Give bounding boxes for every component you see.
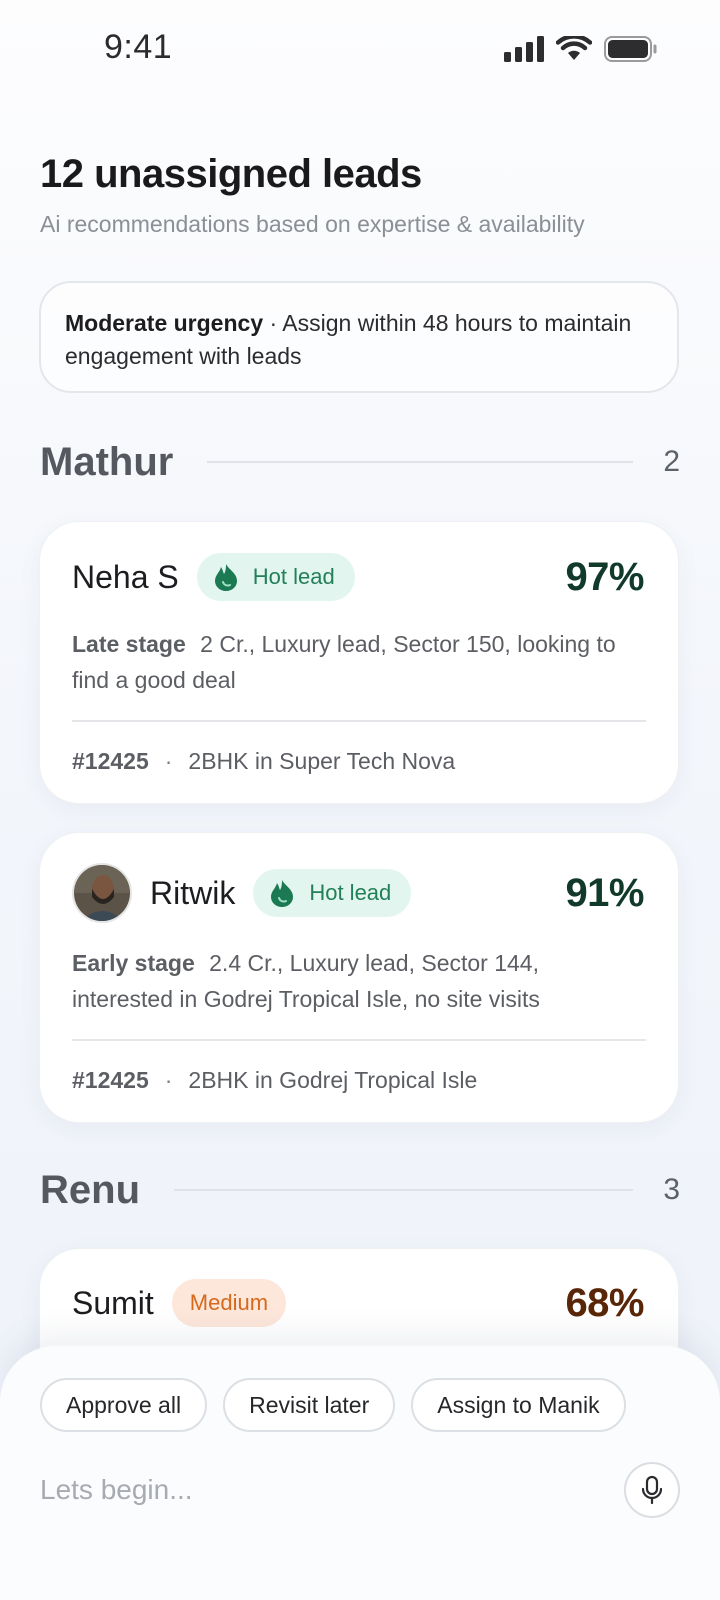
status-icons bbox=[504, 36, 658, 62]
separator-dot: · bbox=[164, 748, 173, 774]
microphone-icon bbox=[641, 1475, 663, 1505]
page-header: 12 unassigned leads Ai recommendations b… bbox=[40, 152, 680, 238]
lead-property: 2BHK in Super Tech Nova bbox=[188, 748, 456, 774]
lead-card-header: Neha S Hot lead 97% bbox=[72, 551, 644, 603]
approve-all-button[interactable]: Approve all bbox=[40, 1378, 208, 1432]
group-count: 3 bbox=[663, 1173, 680, 1206]
signal-icon bbox=[504, 36, 544, 62]
page-title: 12 unassigned leads bbox=[40, 152, 422, 196]
lead-id: #12425 bbox=[72, 1067, 149, 1093]
lead-name: Ritwik bbox=[150, 874, 236, 911]
status-time: 9:41 bbox=[104, 28, 173, 66]
separator-dot: · bbox=[164, 1067, 173, 1093]
hot-lead-badge: Hot lead bbox=[196, 553, 355, 601]
lead-card-header: Sumit Medium 68% bbox=[72, 1277, 644, 1329]
group-name: Renu bbox=[40, 1167, 140, 1212]
lead-property: 2BHK in Godrej Tropical Isle bbox=[188, 1067, 478, 1093]
battery-icon bbox=[604, 36, 657, 62]
group-header-mathur[interactable]: Mathur 2 bbox=[40, 437, 680, 487]
lead-card[interactable]: Ritwik Hot lead 91% Early stage 2.4 Cr.,… bbox=[39, 832, 679, 1123]
flame-icon bbox=[214, 564, 237, 591]
quick-actions: Approve all Revisit later Assign to Mani… bbox=[40, 1378, 626, 1432]
badge-label: Medium bbox=[189, 1290, 269, 1315]
card-divider bbox=[72, 720, 646, 722]
match-score: 97% bbox=[565, 554, 644, 599]
urgency-banner: Moderate urgency · Assign within 48 hour… bbox=[39, 281, 679, 393]
lead-card[interactable]: Neha S Hot lead 97% Late stage 2 Cr., Lu… bbox=[39, 521, 679, 804]
group-header-renu[interactable]: Renu 3 bbox=[40, 1165, 680, 1215]
lead-description: Early stage 2.4 Cr., Luxury lead, Sector… bbox=[72, 945, 638, 1017]
group-divider bbox=[207, 461, 634, 463]
card-divider bbox=[72, 1039, 646, 1041]
urgency-label: Moderate urgency bbox=[65, 310, 264, 336]
urgency-separator: · bbox=[263, 310, 283, 336]
assign-to-manik-button[interactable]: Assign to Manik bbox=[411, 1378, 626, 1432]
prompt-input[interactable] bbox=[40, 1470, 600, 1510]
avatar-photo bbox=[74, 865, 130, 921]
lead-id: #12425 bbox=[72, 748, 149, 774]
avatar bbox=[72, 863, 132, 923]
flame-icon bbox=[271, 880, 294, 907]
lead-footer: #12425 · 2BHK in Godrej Tropical Isle bbox=[72, 1067, 477, 1094]
lead-card-header: Ritwik Hot lead 91% bbox=[72, 861, 644, 925]
status-bar: 9:41 bbox=[0, 0, 720, 100]
prompt-row bbox=[40, 1462, 680, 1518]
lead-stage: Early stage bbox=[72, 950, 195, 976]
hot-lead-badge: Hot lead bbox=[253, 869, 412, 917]
lead-stage: Late stage bbox=[72, 631, 186, 657]
revisit-later-button[interactable]: Revisit later bbox=[223, 1378, 396, 1432]
group-name: Mathur bbox=[40, 439, 174, 484]
lead-description: Late stage 2 Cr., Luxury lead, Sector 15… bbox=[72, 626, 638, 698]
mic-button[interactable] bbox=[624, 1462, 680, 1518]
group-divider bbox=[174, 1189, 634, 1191]
medium-lead-badge: Medium bbox=[171, 1279, 287, 1327]
group-count: 2 bbox=[663, 445, 680, 478]
bottom-action-sheet: Approve all Revisit later Assign to Mani… bbox=[0, 1346, 720, 1600]
match-score: 68% bbox=[565, 1280, 644, 1325]
badge-label: Hot lead bbox=[309, 880, 392, 905]
lead-footer: #12425 · 2BHK in Super Tech Nova bbox=[72, 748, 455, 775]
badge-label: Hot lead bbox=[252, 564, 335, 589]
lead-name: Neha S bbox=[72, 558, 179, 595]
match-score: 91% bbox=[565, 870, 644, 915]
wifi-icon bbox=[556, 36, 592, 60]
page-subtitle: Ai recommendations based on expertise & … bbox=[40, 211, 585, 237]
lead-name: Sumit bbox=[72, 1284, 154, 1321]
